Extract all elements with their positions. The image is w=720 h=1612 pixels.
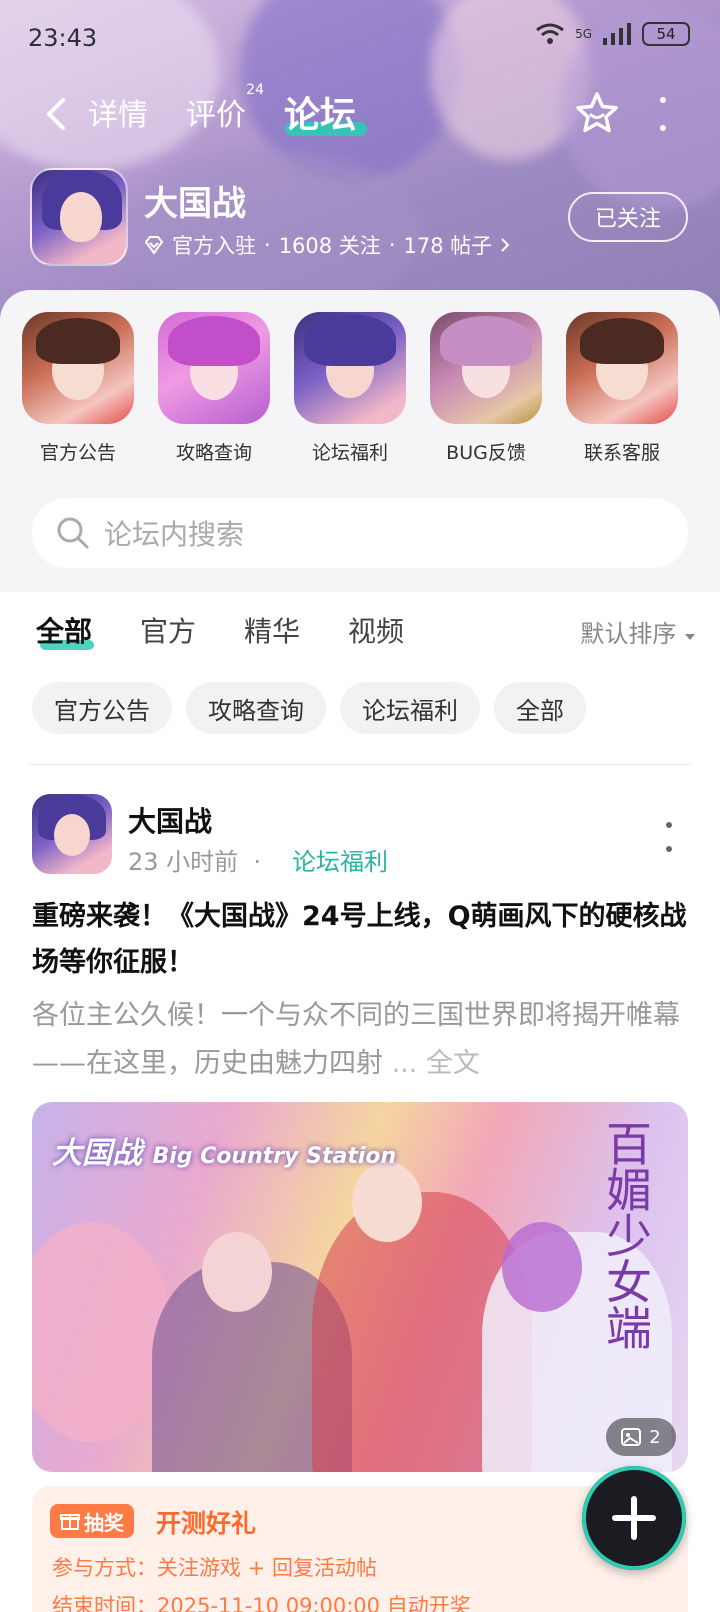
- divider: [28, 764, 692, 765]
- post-image[interactable]: 大国战 Big Country Station 百媚少女端 2: [32, 1102, 688, 1472]
- lottery-title: 开测好礼: [156, 1509, 257, 1538]
- quick-link-guides[interactable]: 攻略查询: [158, 312, 270, 465]
- dot: [666, 846, 672, 852]
- image-calligraphy: 百媚少女端: [599, 1120, 653, 1350]
- status-bar: 23:43 5G 54: [0, 0, 720, 72]
- quick-link-label: 官方公告: [39, 442, 116, 464]
- search-icon: [57, 517, 89, 549]
- guide-icon: [158, 312, 270, 424]
- tab-details[interactable]: 详情: [88, 90, 148, 134]
- image-logo: 大国战 Big Country Station: [52, 1136, 397, 1171]
- post-author-name[interactable]: 大国战: [128, 800, 212, 840]
- game-avatar: [30, 168, 128, 266]
- signal-icon: [603, 23, 631, 45]
- network-type: 5G: [575, 27, 592, 41]
- chip-all[interactable]: 全部: [494, 682, 586, 734]
- tab-reviews-label: 评价: [186, 98, 246, 133]
- quick-link-label: 论坛福利: [311, 442, 388, 464]
- post-author-avatar[interactable]: [32, 794, 112, 874]
- filter-tab-featured[interactable]: 精华: [244, 610, 300, 650]
- image-icon: [621, 1428, 642, 1446]
- post-title[interactable]: 重磅来袭！《大国战》24号上线，Q萌画风下的硬核战场等你征服！: [32, 894, 692, 986]
- posts-count[interactable]: 178 帖子: [404, 230, 493, 260]
- filter-tabs: 全部 官方 精华 视频 默认排序: [0, 592, 720, 672]
- status-icons: 5G 54: [535, 22, 690, 46]
- tab-reviews-badge: 24: [246, 82, 264, 98]
- support-icon: [566, 312, 678, 424]
- dot: [660, 125, 666, 131]
- post-category[interactable]: 论坛福利: [292, 842, 388, 877]
- followers-count: 1608 关注: [278, 234, 381, 258]
- post-body[interactable]: 各位主公久候！一个与众不同的三国世界即将揭开帷幕——在这里，历史由魅力四射 ..…: [32, 992, 692, 1088]
- dot: [666, 822, 672, 828]
- tab-forum[interactable]: 论坛: [284, 86, 356, 138]
- post-body-text: 各位主公久候！一个与众不同的三国世界即将揭开帷幕——在这里，历史由魅力四射: [32, 1000, 680, 1079]
- quick-link-label: BUG反馈: [446, 442, 526, 464]
- forum-panel: 官方公告 攻略查询 论坛福利 BUG反馈 联系客服 论坛内搜索: [0, 290, 720, 592]
- lottery-tag: 抽奖: [50, 1504, 134, 1538]
- announcement-icon: [22, 312, 134, 424]
- image-count-badge: 2: [606, 1418, 676, 1456]
- filter-tab-video[interactable]: 视频: [348, 610, 404, 650]
- verified-label: 官方入驻: [172, 234, 256, 258]
- quick-link-label: 联系客服: [583, 442, 660, 464]
- read-more-link[interactable]: ... 全文: [392, 1048, 480, 1079]
- search-input[interactable]: 论坛内搜索: [32, 498, 688, 568]
- bug-icon: [430, 312, 542, 424]
- game-meta: 官方入驻 · 1608 关注 · 178 帖子: [144, 230, 510, 260]
- more-options-button[interactable]: [650, 94, 676, 134]
- quick-link-welfare[interactable]: 论坛福利: [294, 312, 406, 465]
- chip-guides[interactable]: 攻略查询: [186, 682, 326, 734]
- quick-link-announcements[interactable]: 官方公告: [22, 312, 134, 465]
- sort-label: 默认排序: [580, 620, 677, 648]
- battery-icon: 54: [642, 22, 690, 46]
- sort-dropdown[interactable]: 默认排序: [580, 614, 696, 649]
- chevron-left-icon: [47, 98, 65, 130]
- search-placeholder: 论坛内搜索: [104, 518, 245, 551]
- post-time: 23 小时前 ·: [128, 848, 262, 876]
- category-chips: 官方公告 攻略查询 论坛福利 全部: [32, 682, 586, 734]
- create-post-button[interactable]: [582, 1466, 686, 1570]
- gift-icon: [60, 1514, 80, 1530]
- quick-link-label: 攻略查询: [175, 442, 252, 464]
- chip-welfare[interactable]: 论坛福利: [340, 682, 480, 734]
- back-button[interactable]: [36, 92, 76, 136]
- chip-announcements[interactable]: 官方公告: [32, 682, 172, 734]
- follow-button[interactable]: 已关注: [568, 192, 688, 242]
- lottery-participation: 参与方式：关注游戏 + 回复活动帖: [52, 1556, 377, 1580]
- quick-link-bug-report[interactable]: BUG反馈: [430, 312, 542, 465]
- star-icon: [576, 92, 618, 133]
- top-nav: 详情 评价 24 论坛: [0, 82, 720, 146]
- diamond-icon: [144, 236, 164, 254]
- quick-link-support[interactable]: 联系客服: [566, 312, 678, 465]
- post-more-button[interactable]: [664, 822, 674, 852]
- favorite-button[interactable]: [572, 88, 622, 138]
- image-count: 2: [649, 1426, 661, 1448]
- dot: [660, 97, 666, 103]
- chevron-right-icon: [501, 238, 510, 252]
- lottery-end-time: 结束时间：2025-11-10 09:00:00 自动开奖: [52, 1594, 471, 1612]
- tab-reviews[interactable]: 评价 24: [186, 82, 264, 134]
- status-time: 23:43: [28, 24, 98, 52]
- filter-tab-official[interactable]: 官方: [140, 610, 196, 650]
- game-title: 大国战: [144, 184, 246, 224]
- caret-down-icon: [685, 634, 695, 640]
- plus-icon: [612, 1496, 656, 1540]
- wifi-icon: [536, 23, 564, 44]
- welfare-icon: [294, 312, 406, 424]
- filter-tab-all[interactable]: 全部: [36, 610, 92, 650]
